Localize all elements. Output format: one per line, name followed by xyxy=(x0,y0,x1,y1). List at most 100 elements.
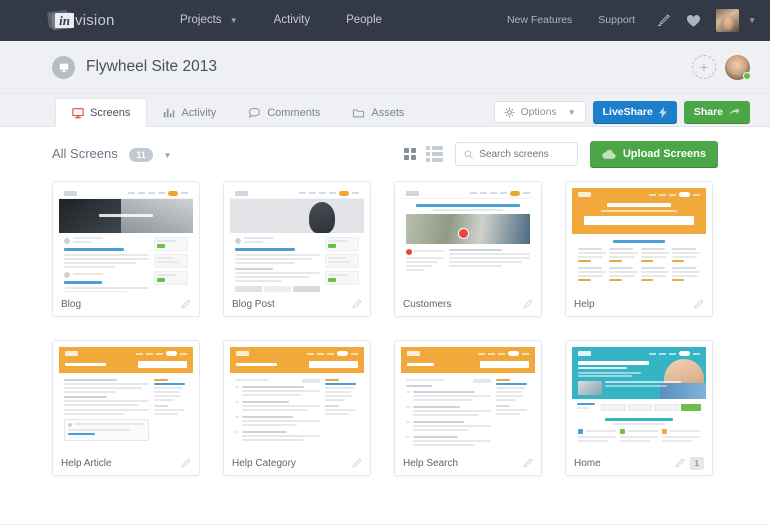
edit-pencil-icon[interactable] xyxy=(694,299,704,309)
search-screens-box[interactable] xyxy=(454,142,578,166)
monitor-icon xyxy=(72,107,84,118)
cloud-upload-icon xyxy=(602,149,616,159)
tab-comments[interactable]: Comments xyxy=(232,99,336,127)
add-member-button[interactable]: + xyxy=(692,55,716,79)
screen-name: Customers xyxy=(403,298,452,310)
edit-pencil-icon[interactable] xyxy=(523,299,533,309)
liveshare-button[interactable]: LiveShare xyxy=(592,101,677,123)
edit-pencil-icon[interactable] xyxy=(675,458,685,468)
screen-card[interactable]: Help Category xyxy=(223,340,371,476)
view-mode-toggles xyxy=(403,146,443,162)
screen-card[interactable]: Blog xyxy=(52,181,200,317)
primary-nav-links: Projects ▼ Activity People xyxy=(162,0,400,41)
avatar-chevron-down-icon[interactable]: ▼ xyxy=(748,16,756,25)
speech-bubble-icon xyxy=(249,107,261,118)
search-input[interactable] xyxy=(479,148,569,160)
screen-name: Home xyxy=(574,457,601,469)
chevron-down-icon: ▼ xyxy=(229,16,238,25)
screen-name: Blog Post xyxy=(232,298,275,310)
page-title: Flywheel Site 2013 xyxy=(86,58,217,75)
upload-screens-label: Upload Screens xyxy=(622,148,706,160)
all-screens-filter[interactable]: All Screens 11 ▼ xyxy=(52,146,171,162)
project-members: + xyxy=(692,54,751,80)
screens-count-badge: 11 xyxy=(129,147,153,162)
pen-signature-icon[interactable] xyxy=(650,0,676,41)
screen-card-footer: Help xyxy=(566,292,712,316)
user-avatar[interactable] xyxy=(716,9,740,32)
screen-name: Help xyxy=(574,298,595,310)
screen-thumbnail xyxy=(572,347,706,451)
screen-card-footer: Help Category xyxy=(224,451,370,475)
options-button[interactable]: Options ▼ xyxy=(493,101,586,123)
nav-item-new-features[interactable]: New Features xyxy=(496,0,583,41)
screen-card[interactable]: Blog Post xyxy=(223,181,371,317)
tab-comments-label: Comments xyxy=(267,107,321,119)
share-button-label: Share xyxy=(693,106,723,118)
lightning-bolt-icon xyxy=(658,106,667,118)
screen-thumbnail xyxy=(59,188,193,292)
tab-assets-label: Assets xyxy=(371,107,405,119)
screens-grid: Blog Blog Post Customers Help Help Artic… xyxy=(52,181,718,476)
screen-card[interactable]: Help Article xyxy=(52,340,200,476)
chevron-down-icon: ▼ xyxy=(567,107,576,117)
options-button-label: Options xyxy=(520,106,557,118)
nav-item-projects[interactable]: Projects ▼ xyxy=(162,0,256,41)
arrow-share-icon xyxy=(729,107,740,115)
list-view-icon[interactable] xyxy=(425,146,443,162)
screen-card[interactable]: Help Search xyxy=(394,340,542,476)
nav-item-people[interactable]: People xyxy=(328,0,400,41)
logo-vision-text: vision xyxy=(75,11,115,29)
screen-card-footer: Customers xyxy=(395,292,541,316)
comment-marker-icon[interactable] xyxy=(458,228,469,239)
top-navigation-bar: in vision Projects ▼ Activity People New… xyxy=(0,0,770,41)
tab-screens-label: Screens xyxy=(90,106,131,119)
upload-screens-button[interactable]: Upload Screens xyxy=(589,141,718,167)
logo-in-text: in xyxy=(55,12,74,28)
grid-view-icon[interactable] xyxy=(403,148,416,160)
edit-pencil-icon[interactable] xyxy=(181,299,191,309)
heart-icon[interactable] xyxy=(680,0,706,41)
tab-screens[interactable]: Screens xyxy=(55,98,148,127)
online-status-dot xyxy=(743,71,751,80)
screen-thumbnail xyxy=(230,347,364,451)
screen-card-footer: Blog xyxy=(53,292,199,316)
screen-card[interactable]: Customers xyxy=(394,181,542,317)
screen-name: Help Article xyxy=(61,457,112,469)
screen-card-footer: Blog Post xyxy=(224,292,370,316)
screen-thumbnail xyxy=(401,188,535,292)
search-icon xyxy=(464,149,473,159)
tab-activity-label: Activity xyxy=(181,107,217,119)
screen-card[interactable]: Home 1 xyxy=(565,340,713,476)
liveshare-button-label: LiveShare xyxy=(602,106,653,118)
screen-card[interactable]: Help xyxy=(565,181,713,317)
project-tab-bar: Screens Activity Comments Assets Options… xyxy=(0,94,770,127)
screen-thumbnail xyxy=(401,347,535,451)
bar-chart-icon xyxy=(164,108,175,118)
project-header: Flywheel Site 2013 + xyxy=(0,41,770,94)
member-avatar[interactable] xyxy=(725,54,751,80)
gear-icon xyxy=(504,107,514,117)
screen-version-badge: 1 xyxy=(689,456,704,470)
share-button[interactable]: Share xyxy=(683,101,750,123)
screen-card-footer: Help Article xyxy=(53,451,199,475)
screen-name: Help Category xyxy=(232,457,296,469)
nav-item-support[interactable]: Support xyxy=(587,0,646,41)
screen-card-footer: Home 1 xyxy=(566,451,712,475)
folder-icon xyxy=(353,109,365,118)
screen-thumbnail xyxy=(59,347,193,451)
screens-filter-bar: All Screens 11 ▼ Upload Screens xyxy=(52,127,718,181)
nav-item-activity[interactable]: Activity xyxy=(256,0,328,41)
secondary-nav-links: New Features Support ▼ xyxy=(496,0,756,41)
invision-logo[interactable]: in vision xyxy=(44,0,118,41)
screen-monitor-icon xyxy=(52,55,75,79)
screen-thumbnail xyxy=(230,188,364,292)
screen-thumbnail xyxy=(572,188,706,292)
edit-pencil-icon[interactable] xyxy=(352,299,362,309)
tab-activity[interactable]: Activity xyxy=(147,99,232,127)
edit-pencil-icon[interactable] xyxy=(181,458,191,468)
edit-pencil-icon[interactable] xyxy=(352,458,362,468)
tab-assets[interactable]: Assets xyxy=(336,99,420,127)
filter-bar-right: Upload Screens xyxy=(403,141,718,167)
screen-name: Help Search xyxy=(403,457,459,469)
edit-pencil-icon[interactable] xyxy=(523,458,533,468)
